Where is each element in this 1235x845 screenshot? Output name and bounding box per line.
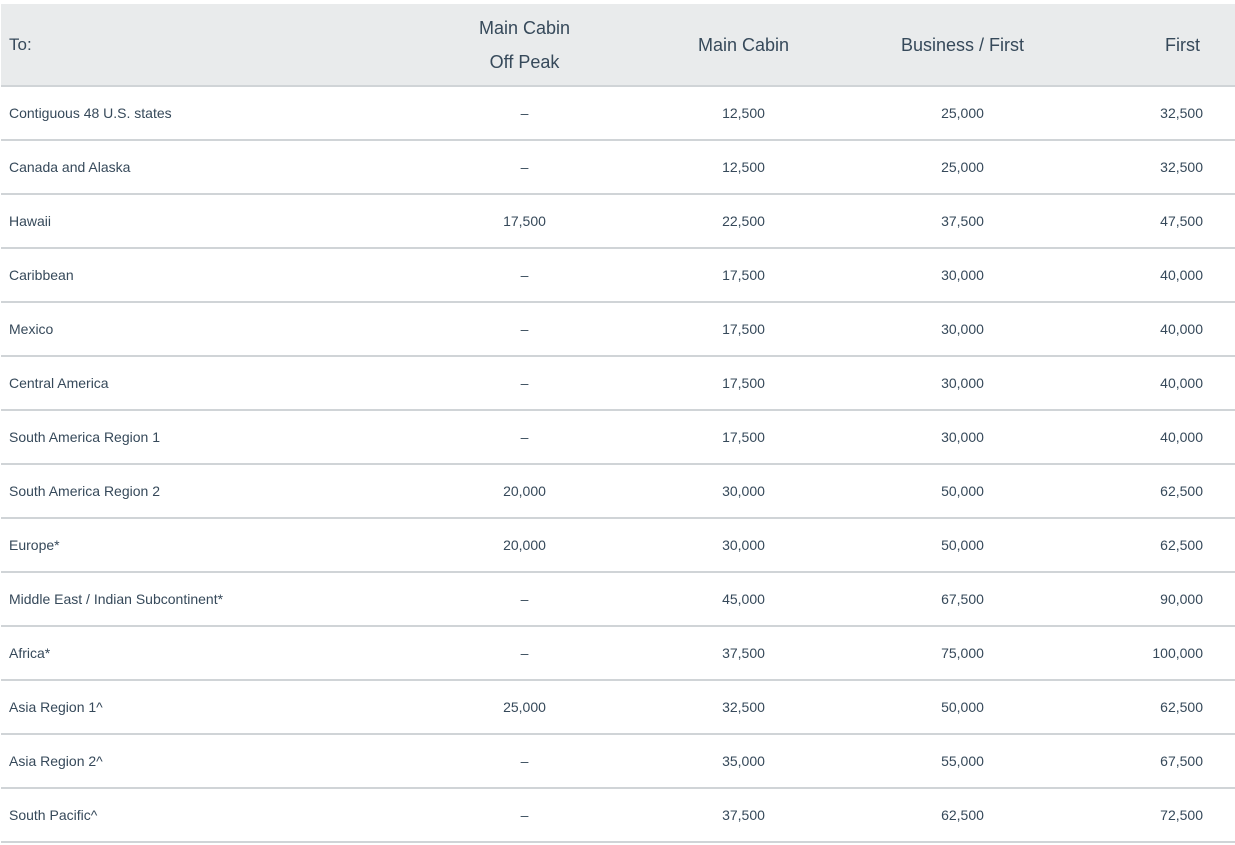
table-row: Caribbean –17,500 30,000 40,000 <box>1 248 1235 303</box>
table-row: Central America –17,500 30,000 40,000 <box>1 356 1235 411</box>
header-main-cabin-off-peak: Main Cabin Off Peak <box>415 4 634 87</box>
cell-main-cabin-off-peak: – <box>415 86 634 141</box>
cell-business-first: 50,000 <box>853 680 1072 735</box>
cell-business-first: 30,000 <box>853 410 1072 465</box>
cell-main-cabin-off-peak: – <box>415 356 634 411</box>
cell-business-first: 50,000 <box>853 464 1072 519</box>
cell-destination: South America Region 2 <box>1 464 415 519</box>
cell-main-cabin-off-peak: – <box>415 302 634 357</box>
cell-business-first: 37,500 <box>853 194 1072 249</box>
cell-main-cabin: 35,000 <box>634 734 853 789</box>
table-header: To: Main Cabin Off Peak Main Cabin Busin… <box>1 4 1235 87</box>
cell-first: 67,500 <box>1072 734 1235 789</box>
cell-destination: Europe* <box>1 518 415 573</box>
table-row: Africa* –37,500 75,000 100,000 <box>1 626 1235 681</box>
cell-business-first: 75,000 <box>853 626 1072 681</box>
cell-business-first: 30,000 <box>853 356 1072 411</box>
cell-business-first: 25,000 <box>853 86 1072 141</box>
cell-main-cabin: 37,500 <box>634 788 853 843</box>
cell-destination: South Pacific^ <box>1 788 415 843</box>
cell-destination: Asia Region 2^ <box>1 734 415 789</box>
table-row: Middle East / Indian Subcontinent* –45,00… <box>1 572 1235 627</box>
cell-first: 40,000 <box>1072 356 1235 411</box>
cell-destination: Africa* <box>1 626 415 681</box>
cell-first: 100,000 <box>1072 626 1235 681</box>
header-business-first: Business / First <box>853 4 1072 87</box>
cell-first: 72,500 <box>1072 788 1235 843</box>
cell-business-first: 50,000 <box>853 518 1072 573</box>
header-main-cabin: Main Cabin <box>634 4 853 87</box>
cell-main-cabin-off-peak: 25,000 <box>415 680 634 735</box>
cell-first: 40,000 <box>1072 302 1235 357</box>
cell-destination: Canada and Alaska <box>1 140 415 195</box>
cell-first: 62,500 <box>1072 518 1235 573</box>
cell-main-cabin: 22,500 <box>634 194 853 249</box>
cell-main-cabin: 30,000 <box>634 464 853 519</box>
table-row: South Pacific^ –37,500 62,500 72,500 <box>1 788 1235 843</box>
cell-main-cabin: 17,500 <box>634 248 853 303</box>
header-row: To: Main Cabin Off Peak Main Cabin Busin… <box>1 4 1235 87</box>
header-off-peak-line1: Main Cabin <box>478 17 571 38</box>
cell-main-cabin: 12,500 <box>634 86 853 141</box>
cell-first: 32,500 <box>1072 86 1235 141</box>
cell-destination: Central America <box>1 356 415 411</box>
cell-main-cabin: 12,500 <box>634 140 853 195</box>
cell-main-cabin-off-peak: 17,500 <box>415 194 634 249</box>
cell-main-cabin-off-peak: – <box>415 734 634 789</box>
cell-main-cabin-off-peak: – <box>415 410 634 465</box>
cell-main-cabin-off-peak: 20,000 <box>415 464 634 519</box>
cell-destination: Hawaii <box>1 194 415 249</box>
cell-destination: Caribbean <box>1 248 415 303</box>
cell-first: 32,500 <box>1072 140 1235 195</box>
header-destination: To: <box>1 4 415 87</box>
header-off-peak-line2: Off Peak <box>489 51 560 72</box>
cell-business-first: 30,000 <box>853 302 1072 357</box>
cell-main-cabin-off-peak: – <box>415 572 634 627</box>
cell-main-cabin: 17,500 <box>634 302 853 357</box>
table-row: Mexico –17,500 30,000 40,000 <box>1 302 1235 357</box>
cell-business-first: 62,500 <box>853 788 1072 843</box>
cell-main-cabin-off-peak: – <box>415 788 634 843</box>
cell-first: 40,000 <box>1072 410 1235 465</box>
cell-business-first: 55,000 <box>853 734 1072 789</box>
table-row: Hawaii 17,500 22,500 37,500 47,500 <box>1 194 1235 249</box>
cell-destination: Asia Region 1^ <box>1 680 415 735</box>
table-row: South America Region 2 20,000 30,000 50,000… <box>1 464 1235 519</box>
cell-main-cabin: 17,500 <box>634 410 853 465</box>
cell-main-cabin: 45,000 <box>634 572 853 627</box>
cell-main-cabin: 37,500 <box>634 626 853 681</box>
cell-first: 40,000 <box>1072 248 1235 303</box>
cell-business-first: 67,500 <box>853 572 1072 627</box>
cell-destination: South America Region 1 <box>1 410 415 465</box>
table-row: Asia Region 1^ 25,000 32,500 50,000 62,500 <box>1 680 1235 735</box>
cell-destination: Middle East / Indian Subcontinent* <box>1 572 415 627</box>
cell-first: 90,000 <box>1072 572 1235 627</box>
cell-first: 62,500 <box>1072 680 1235 735</box>
cell-main-cabin-off-peak: – <box>415 140 634 195</box>
cell-business-first: 30,000 <box>853 248 1072 303</box>
cell-business-first: 25,000 <box>853 140 1072 195</box>
cell-main-cabin-off-peak: – <box>415 626 634 681</box>
cell-main-cabin-off-peak: 20,000 <box>415 518 634 573</box>
award-chart-table: To: Main Cabin Off Peak Main Cabin Busin… <box>1 4 1235 843</box>
cell-destination: Mexico <box>1 302 415 357</box>
cell-main-cabin: 32,500 <box>634 680 853 735</box>
table-row: Asia Region 2^ –35,000 55,000 67,500 <box>1 734 1235 789</box>
cell-first: 62,500 <box>1072 464 1235 519</box>
table-body: Contiguous 48 U.S. states –12,500 25,000 32… <box>1 86 1235 843</box>
cell-first: 47,500 <box>1072 194 1235 249</box>
table-row: Contiguous 48 U.S. states –12,500 25,000 32… <box>1 86 1235 141</box>
table-row: Europe* 20,000 30,000 50,000 62,500 <box>1 518 1235 573</box>
header-first: First <box>1072 4 1235 87</box>
cell-main-cabin-off-peak: – <box>415 248 634 303</box>
table-row: Canada and Alaska –12,500 25,000 32,500 <box>1 140 1235 195</box>
cell-main-cabin: 17,500 <box>634 356 853 411</box>
cell-main-cabin: 30,000 <box>634 518 853 573</box>
table-row: South America Region 1–17,500 30,000 40,00… <box>1 410 1235 465</box>
cell-destination: Contiguous 48 U.S. states <box>1 86 415 141</box>
